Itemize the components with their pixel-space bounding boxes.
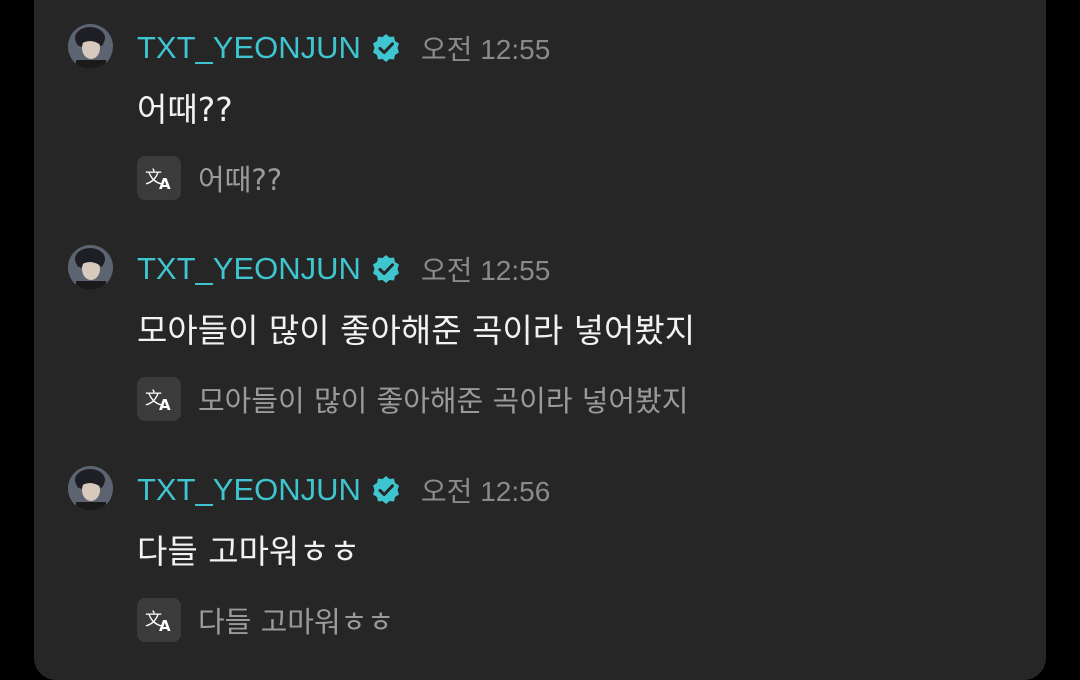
username[interactable]: TXT_YEONJUN [137,472,361,508]
translation-row: 文 A 모아들이 많이 좋아해준 곡이라 넣어봤지 [137,377,688,421]
message-header: TXT_YEONJUN 오전 12:55 [137,26,550,70]
translation-row: 文 A 어때?? [137,156,282,200]
username[interactable]: TXT_YEONJUN [137,30,361,66]
translate-icon[interactable]: 文 A [137,598,181,642]
message-header: TXT_YEONJUN 오전 12:56 [137,468,550,512]
avatar[interactable] [68,466,113,511]
verified-badge-icon [371,33,401,63]
message-text: 다들 고마워ㅎㅎ [137,532,361,571]
message-text: 모아들이 많이 좋아해준 곡이라 넣어봤지 [137,311,696,350]
translation-text: 모아들이 많이 좋아해준 곡이라 넣어봤지 [198,384,689,418]
translation-text: 다들 고마워ㅎㅎ [198,605,394,639]
translation-text: 어때?? [198,163,283,197]
chat-message: TXT_YEONJUN 오전 12:56 다들 고마워ㅎㅎ 文 A 다들 고마워… [0,442,1080,642]
message-time: 오전 12:56 [420,476,551,507]
svg-text:A: A [159,396,171,412]
verified-badge-icon [371,254,401,284]
avatar[interactable] [68,24,113,69]
avatar[interactable] [68,245,113,290]
chat-message: TXT_YEONJUN 오전 12:55 모아들이 많이 좋아해준 곡이라 넣어… [0,221,1080,421]
message-time: 오전 12:55 [420,255,551,286]
message-text: 어때?? [137,90,233,129]
message-time: 오전 12:55 [420,34,551,65]
translate-icon[interactable]: 文 A [137,377,181,421]
chat-message: TXT_YEONJUN 오전 12:55 어때?? 文 A 어때?? [0,0,1080,200]
message-header: TXT_YEONJUN 오전 12:55 [137,247,550,291]
username[interactable]: TXT_YEONJUN [137,251,361,287]
translate-icon[interactable]: 文 A [137,156,181,200]
svg-text:A: A [159,175,171,191]
translation-row: 文 A 다들 고마워ㅎㅎ [137,598,394,642]
verified-badge-icon [371,475,401,505]
svg-text:A: A [159,617,171,633]
